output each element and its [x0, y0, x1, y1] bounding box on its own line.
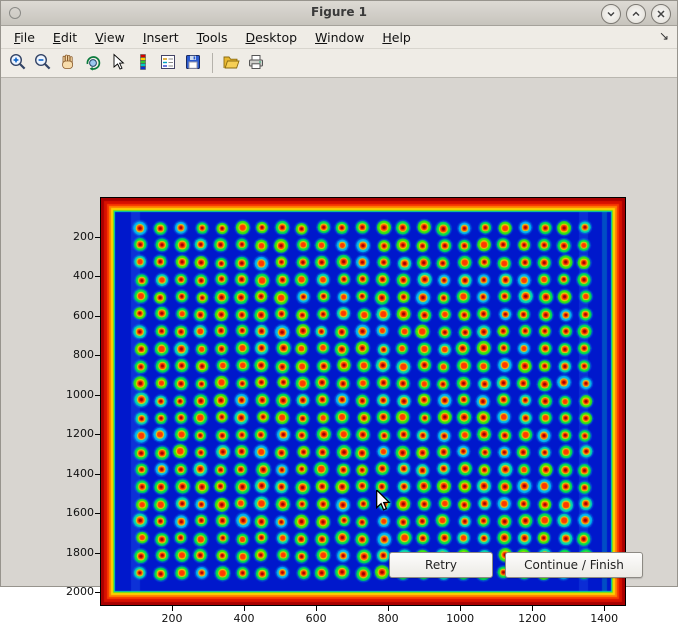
retry-button[interactable]: Retry [389, 552, 493, 578]
minimize-icon [606, 9, 616, 19]
x-tick-label: 1400 [587, 612, 621, 625]
window-title: Figure 1 [1, 5, 677, 19]
x-tick-label: 1000 [443, 612, 477, 625]
figure-window: Figure 1 FileEditViewInsertToolsDesktopW… [0, 0, 678, 587]
y-tick-mark [95, 513, 100, 514]
menu-edit[interactable]: Edit [44, 27, 86, 48]
x-tick-label: 200 [155, 612, 189, 625]
menu-desktop[interactable]: Desktop [236, 27, 306, 48]
y-tick-label: 1800 [58, 546, 94, 559]
toolbar-rotate-3d-button[interactable] [81, 51, 105, 75]
y-tick-label: 1200 [58, 427, 94, 440]
y-tick-mark [95, 474, 100, 475]
colorbar-icon [133, 52, 153, 75]
toolbar-legend-button[interactable] [156, 51, 180, 75]
toolbar [1, 49, 677, 78]
y-tick-label: 2000 [58, 585, 94, 598]
maximize-button[interactable] [626, 4, 646, 24]
x-tick-mark [604, 606, 605, 611]
y-tick-mark [95, 434, 100, 435]
x-tick-mark [388, 606, 389, 611]
zoom-out-icon [33, 52, 53, 75]
y-tick-mark [95, 592, 100, 593]
legend-icon [158, 52, 178, 75]
menu-help[interactable]: Help [373, 27, 420, 48]
continue-finish-button[interactable]: Continue / Finish [505, 552, 643, 578]
x-tick-label: 400 [227, 612, 261, 625]
y-tick-mark [95, 355, 100, 356]
y-tick-label: 800 [58, 348, 94, 361]
x-tick-label: 800 [371, 612, 405, 625]
y-tick-mark [95, 316, 100, 317]
menubar: FileEditViewInsertToolsDesktopWindowHelp… [1, 26, 677, 49]
y-tick-mark [95, 276, 100, 277]
toolbar-separator [212, 53, 213, 73]
x-tick-label: 1200 [515, 612, 549, 625]
toolbar-colorbar-button[interactable] [131, 51, 155, 75]
pan-icon [58, 52, 78, 75]
y-tick-label: 1400 [58, 467, 94, 480]
y-tick-mark [95, 395, 100, 396]
y-tick-mark [95, 553, 100, 554]
print-icon [246, 52, 266, 75]
x-tick-mark [532, 606, 533, 611]
figure-canvas-area: Retry Continue / Finish 200 400 600 800 1000… [1, 78, 677, 586]
toolbar-zoom-in-button[interactable] [6, 51, 30, 75]
menu-insert[interactable]: Insert [134, 27, 188, 48]
x-tick-label: 600 [299, 612, 333, 625]
x-tick-mark [172, 606, 173, 611]
toolbar-print-button[interactable] [244, 51, 268, 75]
close-icon [656, 9, 666, 19]
x-tick-mark [316, 606, 317, 611]
rotate-3d-icon [83, 52, 103, 75]
y-tick-label: 1000 [58, 388, 94, 401]
menu-window[interactable]: Window [306, 27, 373, 48]
toolbar-pan-button[interactable] [56, 51, 80, 75]
dock-arrow-icon[interactable]: ↘ [659, 29, 669, 43]
menu-tools[interactable]: Tools [188, 27, 237, 48]
y-tick-label: 600 [58, 309, 94, 322]
toolbar-zoom-out-button[interactable] [31, 51, 55, 75]
minimize-button[interactable] [601, 4, 621, 24]
x-tick-mark [460, 606, 461, 611]
y-tick-label: 200 [58, 230, 94, 243]
y-tick-mark [95, 237, 100, 238]
heatmap-image[interactable] [101, 198, 625, 605]
save-icon [183, 52, 203, 75]
titlebar[interactable]: Figure 1 [1, 1, 677, 26]
window-controls [601, 4, 671, 24]
data-cursor-icon [108, 52, 128, 75]
close-button[interactable] [651, 4, 671, 24]
toolbar-save-button[interactable] [181, 51, 205, 75]
menu-view[interactable]: View [86, 27, 134, 48]
x-tick-mark [244, 606, 245, 611]
toolbar-open-folder-button[interactable] [219, 51, 243, 75]
y-tick-label: 1600 [58, 506, 94, 519]
maximize-icon [631, 9, 641, 19]
menu-file[interactable]: File [5, 27, 44, 48]
open-folder-icon [221, 52, 241, 75]
zoom-in-icon [8, 52, 28, 75]
toolbar-data-cursor-button[interactable] [106, 51, 130, 75]
y-tick-label: 400 [58, 269, 94, 282]
plot-axes [100, 197, 626, 606]
